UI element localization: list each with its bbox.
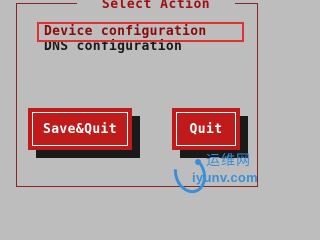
save-quit-button[interactable]: Save&Quit [28, 108, 132, 150]
quit-button[interactable]: Quit [172, 108, 240, 150]
watermark: 运维网 iyunv.com [168, 148, 274, 200]
save-quit-button-label: Save&Quit [32, 112, 128, 146]
watermark-domain-text: iyunv.com [192, 170, 259, 185]
action-list: Device configuration DNS configuration [37, 22, 248, 54]
select-action-dialog: Select Action Device configuration DNS c… [0, 0, 274, 200]
watermark-chinese-text: 运维网 [206, 152, 251, 168]
quit-button-label: Quit [176, 112, 236, 146]
list-item-dns-configuration[interactable]: DNS configuration [38, 40, 248, 54]
dialog-title: Select Action [77, 0, 235, 12]
